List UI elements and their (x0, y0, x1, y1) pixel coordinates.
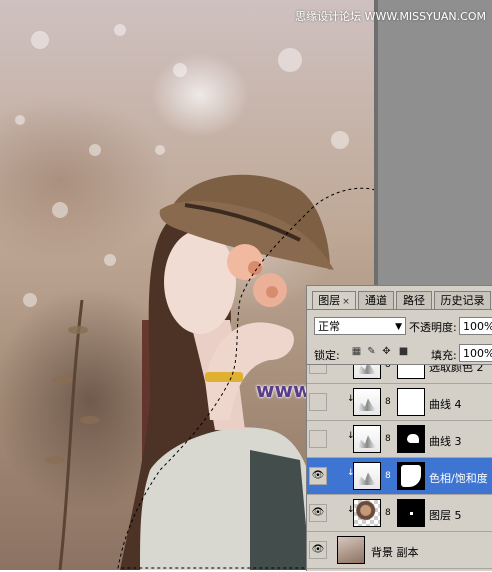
tab-divider (307, 309, 492, 310)
visibility-toggle[interactable] (309, 393, 327, 411)
layer-mask[interactable] (397, 388, 425, 416)
layers-panel: 图层 × 通道 路径 历史记录 正常 ▼ 不透明度: 100% 锁定: ▦ ✎ ✥… (306, 285, 492, 571)
adjustment-thumbnail (353, 462, 381, 490)
tab-channels-label: 通道 (365, 294, 387, 307)
tab-layers[interactable]: 图层 × (312, 291, 356, 309)
eye-icon[interactable]: 👁 (309, 467, 327, 485)
layer-row[interactable]: ↓ 8 曲线 4 (307, 384, 492, 421)
move-icon[interactable]: ✥ (381, 346, 392, 357)
watermark-top: 思缘设计论坛 WWW.MISSYUAN.COM (295, 10, 486, 23)
brush-icon[interactable]: ✎ (366, 346, 377, 357)
layer-name: 图层 5 (429, 509, 462, 522)
layer-row[interactable]: ↓ 8 曲线 3 (307, 421, 492, 458)
layer-row[interactable]: 8 选取颜色 2 (307, 364, 492, 384)
layer-row-selected[interactable]: 👁 ↓ 8 色相/饱和度 (307, 458, 492, 495)
tab-history[interactable]: 历史记录 (434, 291, 491, 309)
blend-mode-value: 正常 (318, 320, 340, 333)
adjustment-thumbnail (353, 365, 381, 379)
canvas-pasteboard (378, 0, 492, 285)
tab-paths-label: 路径 (403, 294, 425, 307)
opacity-label: 不透明度: (409, 321, 457, 334)
layer-mask[interactable] (397, 499, 425, 527)
chain-link-icon: 8 (385, 364, 391, 370)
close-icon[interactable]: × (342, 297, 350, 307)
layer-mask[interactable] (397, 425, 425, 453)
opacity-field[interactable]: 100% (459, 317, 492, 335)
fill-field[interactable]: 100% (459, 344, 492, 362)
blend-mode-select[interactable]: 正常 ▼ (314, 317, 406, 335)
chain-link-icon: 8 (385, 434, 391, 444)
layer-row[interactable]: 👁 ↓ 8 图层 5 (307, 495, 492, 532)
layer-row[interactable]: 👁 背景 副本 (307, 532, 492, 569)
lock-transparency-icon[interactable]: ▦ (351, 346, 362, 357)
tab-channels[interactable]: 通道 (358, 291, 394, 309)
panel-tabs: 图层 × 通道 路径 历史记录 (307, 291, 492, 309)
tab-layers-label: 图层 (318, 294, 341, 307)
layer-name: 背景 副本 (371, 546, 419, 559)
chain-link-icon: 8 (385, 508, 391, 518)
layer-name: 选取颜色 2 (429, 364, 484, 374)
chain-link-icon: 8 (385, 471, 391, 481)
layer-mask[interactable] (397, 462, 425, 490)
layer-name: 曲线 3 (429, 435, 462, 448)
fill-label: 填充: (431, 349, 457, 362)
adjustment-thumbnail (353, 425, 381, 453)
chevron-down-icon: ▼ (395, 322, 402, 332)
visibility-toggle[interactable] (309, 430, 327, 448)
eye-icon[interactable]: 👁 (309, 504, 327, 522)
layer-thumbnail (337, 536, 365, 564)
layer-name: 曲线 4 (429, 398, 462, 411)
layer-list: 8 选取颜色 2 ↓ 8 曲线 4 ↓ 8 曲线 3 👁 ↓ 8 色相/饱和度 … (307, 364, 492, 572)
tab-history-label: 历史记录 (440, 294, 485, 307)
layer-thumbnail (353, 499, 381, 527)
visibility-toggle[interactable] (309, 365, 327, 374)
layer-name: 色相/饱和度 (429, 472, 488, 485)
lock-label: 锁定: (314, 349, 340, 362)
chain-link-icon: 8 (385, 397, 391, 407)
eye-icon[interactable]: 👁 (309, 541, 327, 559)
lock-icon[interactable]: ■ (398, 346, 409, 357)
adjustment-thumbnail (353, 388, 381, 416)
layer-mask[interactable] (397, 365, 425, 379)
tab-paths[interactable]: 路径 (396, 291, 432, 309)
